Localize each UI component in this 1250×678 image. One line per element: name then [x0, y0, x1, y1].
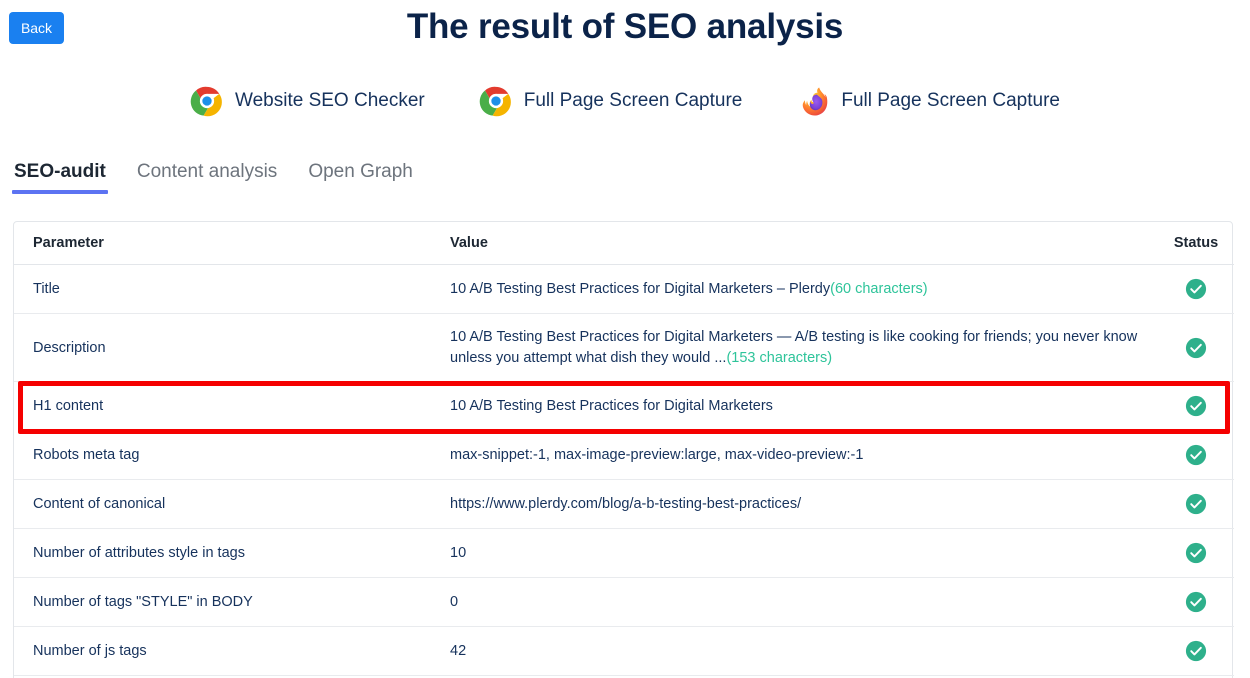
table-row: Title 10 A/B Testing Best Practices for D…	[14, 264, 1234, 314]
table-row: Description 10 A/B Testing Best Practices…	[14, 313, 1234, 383]
extension-link-label: Full Page Screen Capture	[841, 90, 1060, 111]
value-text: 10 A/B Testing Best Practices for Digita…	[450, 397, 773, 414]
cell-parameter: Description	[14, 313, 450, 383]
extension-link-label: Website SEO Checker	[235, 90, 425, 111]
cell-parameter: H1 content	[33, 398, 104, 415]
tab-seo-audit[interactable]: SEO-audit	[12, 161, 108, 194]
check-circle-icon	[1185, 494, 1207, 515]
check-circle-icon	[1185, 396, 1207, 417]
cell-parameter: Number of tags "STYLE" in BODY	[14, 577, 450, 628]
column-header-value: Value	[450, 222, 1158, 265]
table-row: H1 content 10 A/B Testing Best Practices …	[14, 382, 1234, 431]
character-count: (153 characters)	[726, 349, 833, 366]
value-text: 0	[450, 593, 459, 610]
cell-value: 10 A/B Testing Best Practices for Digita…	[450, 382, 1158, 431]
check-circle-icon	[1185, 641, 1207, 662]
check-circle-icon	[1185, 543, 1207, 564]
check-circle-icon	[1185, 337, 1207, 358]
check-circle-icon	[1185, 445, 1207, 466]
value-text: 10 A/B Testing Best Practices for Digita…	[450, 280, 831, 297]
table-row: Number of tags "STYLE" in BODY 0	[14, 577, 1234, 628]
cell-parameter: Number of js tags	[14, 626, 450, 677]
chrome-icon	[190, 84, 224, 118]
seo-analysis-page: Back The result of SEO analysis Website …	[0, 0, 1250, 678]
table-row: Number of attributes style in tags 10	[14, 528, 1234, 579]
tab-open-graph[interactable]: Open Graph	[306, 161, 415, 194]
cell-status	[1158, 264, 1234, 314]
cell-parameter: Content of canonical	[14, 479, 450, 530]
cell-status	[1158, 577, 1234, 628]
cell-status	[1158, 626, 1234, 677]
cell-value: 0	[450, 577, 1158, 628]
value-text: 42	[450, 642, 467, 659]
table-row: Content of canonical https://www.plerdy.c…	[14, 479, 1234, 530]
table-body: Title 10 A/B Testing Best Practices for D…	[14, 264, 1234, 678]
extension-links: Website SEO Checker Full Page Screen Cap…	[0, 84, 1250, 118]
cell-parameter: Robots meta tag	[14, 430, 450, 481]
table-header-row: Parameter Value Status	[14, 222, 1234, 265]
cell-parameter: Title	[14, 264, 450, 314]
check-circle-icon	[1185, 278, 1207, 300]
cell-status	[1158, 382, 1234, 431]
cell-value: 10 A/B Testing Best Practices for Digita…	[450, 313, 1158, 383]
cell-value: max-snippet:-1, max-image-preview:large,…	[450, 430, 1158, 481]
extension-link-3[interactable]: Full Page Screen Capture	[796, 84, 1060, 118]
value-text: https://www.plerdy.com/blog/a-b-testing-…	[450, 495, 802, 512]
tab-bar: SEO-audit Content analysis Open Graph	[12, 161, 415, 194]
cell-status	[1158, 313, 1234, 383]
chrome-icon	[479, 84, 513, 118]
check-circle-icon	[1185, 592, 1207, 613]
column-header-parameter: Parameter	[14, 222, 450, 265]
cell-status	[1158, 528, 1234, 579]
cell-value: 10	[450, 528, 1158, 579]
character-count: (60 characters)	[830, 280, 928, 297]
extension-link-2[interactable]: Full Page Screen Capture	[479, 84, 743, 118]
extension-link-label: Full Page Screen Capture	[523, 90, 743, 111]
page-title: The result of SEO analysis	[406, 7, 844, 46]
cell-value: 42	[450, 626, 1158, 677]
cell-status	[1158, 479, 1234, 530]
table-header: Parameter Value Status	[14, 222, 1234, 265]
seo-audit-table-container: Parameter Value Status Title 10 A/B Testi…	[13, 221, 1234, 678]
table-row: Number of js tags 42	[14, 626, 1234, 677]
value-text: 10	[450, 544, 467, 561]
extension-link-1[interactable]: Website SEO Checker	[190, 84, 425, 118]
column-header-status: Status	[1158, 222, 1234, 265]
table-row: Robots meta tag max-snippet:-1, max-image…	[14, 430, 1234, 481]
cell-parameter: Number of attributes style in tags	[14, 528, 450, 579]
firefox-icon	[796, 84, 830, 118]
seo-audit-table: Parameter Value Status Title 10 A/B Testi…	[14, 222, 1234, 678]
cell-status	[1158, 430, 1234, 481]
cell-value: https://www.plerdy.com/blog/a-b-testing-…	[450, 479, 1158, 530]
tab-content-analysis[interactable]: Content analysis	[135, 161, 279, 194]
cell-value: 10 A/B Testing Best Practices for Digita…	[450, 264, 1158, 314]
value-text: max-snippet:-1, max-image-preview:large,…	[450, 446, 864, 463]
